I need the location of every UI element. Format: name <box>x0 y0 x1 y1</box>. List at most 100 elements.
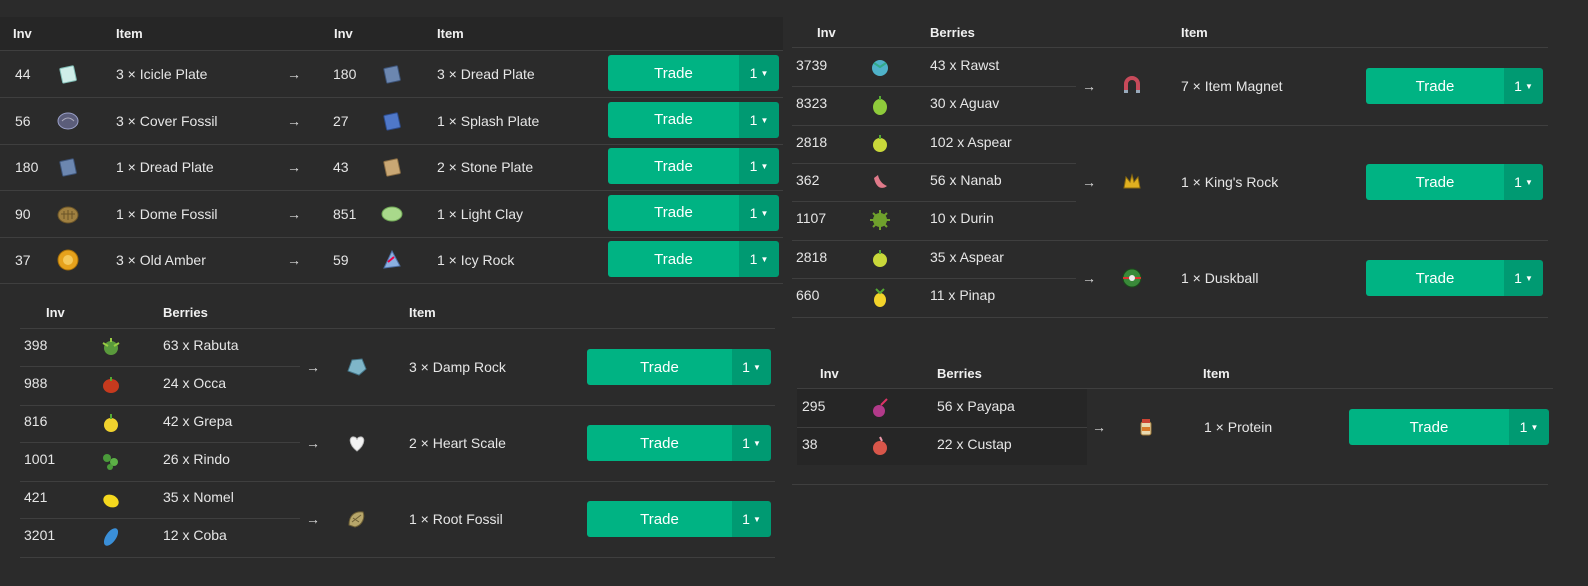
chevron-down-icon: ▼ <box>1524 178 1533 187</box>
trade-button[interactable]: Trade <box>587 501 732 537</box>
row-divider <box>792 484 1548 485</box>
quantity-dropdown[interactable]: 1 ▼ <box>739 241 779 277</box>
row-divider <box>792 163 1076 164</box>
arrow-icon: → <box>1092 419 1106 435</box>
trade-button[interactable]: Trade <box>587 425 732 461</box>
input-berry-label: 30 x Aguav <box>930 95 1000 111</box>
nanab-berry-icon <box>868 170 892 194</box>
row-divider <box>20 442 300 443</box>
aspear-berry-icon <box>868 247 892 271</box>
quantity-dropdown[interactable]: 1 ▼ <box>732 349 771 385</box>
quantity-value: 1 <box>749 111 758 128</box>
row-divider <box>792 125 1548 126</box>
quantity-dropdown[interactable]: 1 ▼ <box>732 425 771 461</box>
quantity-dropdown[interactable]: 1 ▼ <box>1504 260 1543 296</box>
chevron-down-icon: ▼ <box>760 69 769 78</box>
output-inventory-count: 851 <box>333 205 357 222</box>
arrow-icon: → <box>306 511 320 527</box>
quantity-dropdown[interactable]: 1 ▼ <box>1504 164 1543 200</box>
quantity-dropdown[interactable]: 1 ▼ <box>1504 68 1543 104</box>
input-item-label: 3 × Old Amber <box>116 252 206 268</box>
header-item: Item <box>409 305 436 320</box>
cover-fossil-icon <box>56 109 80 133</box>
trade-button[interactable]: Trade <box>608 148 739 184</box>
input-berry-label: 22 x Custap <box>937 436 1012 452</box>
row-divider <box>0 143 783 145</box>
trade-button[interactable]: Trade <box>608 194 739 231</box>
trade-button[interactable]: Trade <box>608 241 739 277</box>
inventory-count: 398 <box>24 337 48 353</box>
dread-plate-icon <box>56 155 80 179</box>
aguav-berry-icon <box>868 93 892 117</box>
inventory-count: 90 <box>15 205 31 222</box>
row-divider <box>792 86 1076 87</box>
quantity-dropdown[interactable]: 1 ▼ <box>739 148 779 184</box>
row-divider <box>792 317 1548 318</box>
trade-button[interactable]: Trade <box>1349 409 1509 445</box>
row-divider <box>797 427 1087 428</box>
row-divider <box>0 50 783 51</box>
inventory-count: 421 <box>24 489 48 505</box>
trade-button[interactable]: Trade <box>1366 68 1504 104</box>
trade-button[interactable]: Trade <box>1366 260 1504 296</box>
input-item-label: 3 × Cover Fossil <box>116 112 218 129</box>
inventory-count: 660 <box>796 287 820 303</box>
rawst-berry-icon <box>868 55 892 79</box>
dread-plate-icon <box>380 62 404 86</box>
output-item-label: 1 × King's Rock <box>1181 174 1279 190</box>
trade-button[interactable]: Trade <box>608 101 739 138</box>
input-berry-label: 24 x Occa <box>163 375 227 391</box>
arrow-icon: → <box>287 252 301 268</box>
header-out-item: Item <box>437 26 464 41</box>
coba-berry-icon <box>99 525 123 549</box>
magnet-icon <box>1120 74 1144 98</box>
input-item-label: 3 × Icicle Plate <box>116 66 208 82</box>
input-berry-label: 43 x Rawst <box>930 57 1000 73</box>
grepa-berry-icon <box>99 411 123 435</box>
output-inventory-count: 27 <box>333 112 349 129</box>
row-divider <box>792 240 1548 241</box>
chevron-down-icon: ▼ <box>760 115 769 125</box>
header-berries: Berries <box>163 305 208 320</box>
chevron-down-icon: ▼ <box>752 515 761 524</box>
output-inventory-count: 59 <box>333 252 349 268</box>
row-divider <box>0 190 783 191</box>
trade-button[interactable]: Trade <box>587 349 732 385</box>
row-divider <box>20 518 300 519</box>
quantity-dropdown[interactable]: 1 ▼ <box>732 501 771 537</box>
quantity-value: 1 <box>742 511 750 527</box>
input-item-label: 1 × Dome Fossil <box>116 205 218 222</box>
trade-button[interactable]: Trade <box>1366 164 1504 200</box>
row-divider <box>0 283 783 284</box>
dome-fossil-icon <box>56 202 80 226</box>
quantity-value: 1 <box>749 204 758 221</box>
rindo-berry-icon <box>99 449 123 473</box>
arrow-icon: → <box>306 435 320 451</box>
quantity-value: 1 <box>749 251 758 267</box>
quantity-dropdown[interactable]: 1 ▼ <box>739 55 779 91</box>
header-out-inv: Inv <box>334 26 353 41</box>
nomel-berry-icon <box>99 487 123 511</box>
quantity-dropdown[interactable]: 1 ▼ <box>739 101 779 138</box>
quantity-dropdown[interactable]: 1 ▼ <box>1509 409 1549 445</box>
input-berry-label: 35 x Nomel <box>163 489 234 505</box>
duskball-icon <box>1120 266 1144 290</box>
root-fossil-icon <box>345 507 369 531</box>
quantity-value: 1 <box>742 435 750 451</box>
inventory-count: 295 <box>802 398 826 414</box>
input-berry-label: 63 x Rabuta <box>163 337 239 353</box>
inventory-count: 37 <box>15 252 31 268</box>
header-berries: Berries <box>930 25 975 40</box>
chevron-down-icon: ▼ <box>1524 82 1533 91</box>
arrow-icon: → <box>306 359 320 375</box>
quantity-value: 1 <box>742 359 750 375</box>
input-berry-label: 26 x Rindo <box>163 451 230 467</box>
output-item-label: 1 × Light Clay <box>437 205 523 222</box>
quantity-value: 1 <box>1519 419 1528 435</box>
output-item-label: 1 × Root Fossil <box>409 511 503 527</box>
quantity-dropdown[interactable]: 1 ▼ <box>739 194 779 231</box>
output-item-label: 1 × Splash Plate <box>437 112 540 129</box>
arrow-icon: → <box>1082 78 1096 94</box>
arrow-icon: → <box>287 112 301 129</box>
trade-button[interactable]: Trade <box>608 55 739 91</box>
